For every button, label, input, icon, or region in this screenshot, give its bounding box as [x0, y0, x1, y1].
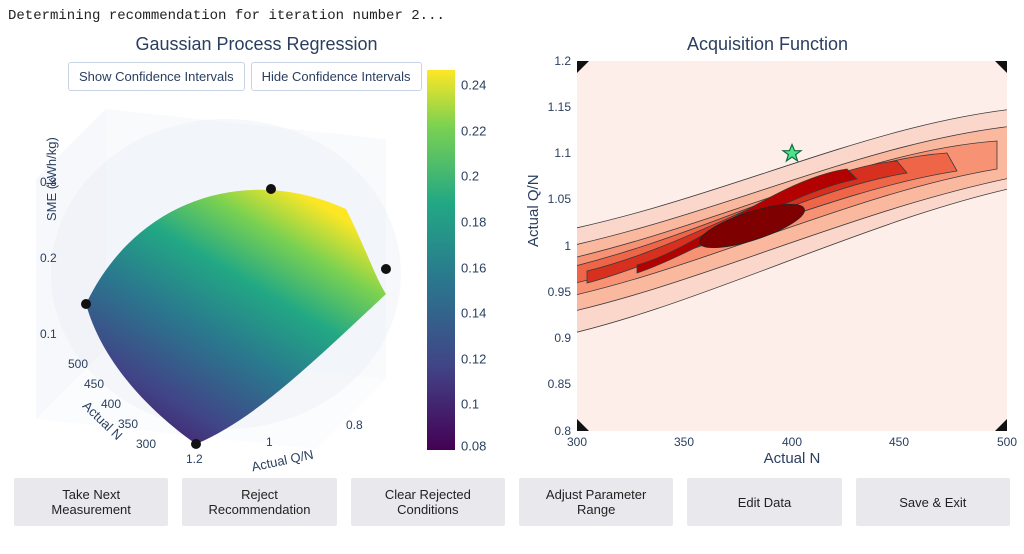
save-exit-button[interactable]: Save & Exit: [856, 478, 1010, 526]
y-tick: 1.2: [531, 54, 571, 68]
clear-rejected-conditions-button[interactable]: Clear Rejected Conditions: [351, 478, 505, 526]
adjust-parameter-range-button[interactable]: Adjust Parameter Range: [519, 478, 673, 526]
gp-regression-panel: Gaussian Process Regression Show Confide…: [6, 30, 507, 470]
edit-data-button[interactable]: Edit Data: [687, 478, 841, 526]
charts-row: Gaussian Process Regression Show Confide…: [0, 24, 1024, 470]
cbar-tick: 0.18: [461, 215, 486, 230]
y-tick: 0.8: [531, 424, 571, 438]
data-point: [266, 184, 276, 194]
x-tick: 300: [567, 435, 587, 449]
y-tick: 0.95: [531, 285, 571, 299]
acquisition-panel: Acquisition Function: [517, 30, 1018, 470]
z-axis-label: SME (kWh/kg): [44, 137, 59, 221]
x-tick: 400: [782, 435, 802, 449]
x-tick: 500: [997, 435, 1017, 449]
x-tick: 1.2: [186, 452, 203, 466]
z-tick: 0.1: [40, 327, 57, 341]
acq-contour-plot[interactable]: 0.8 0.85 0.9 0.95 1 1.05 1.1 1.15 1.2 30…: [517, 57, 1018, 465]
y-tick: 1.15: [531, 100, 571, 114]
z-tick: 0.2: [40, 251, 57, 265]
y-tick: 0.85: [531, 377, 571, 391]
take-next-measurement-button[interactable]: Take Next Measurement: [14, 478, 168, 526]
cbar-tick: 0.16: [461, 260, 486, 275]
cbar-tick: 0.12: [461, 351, 486, 366]
y-axis-label: Actual Q/N: [525, 174, 542, 247]
ci-button-group: Show Confidence Intervals Hide Confidenc…: [68, 62, 422, 91]
gp-surface-svg: [16, 79, 416, 459]
cbar-tick: 0.24: [461, 78, 486, 93]
y-tick: 500: [68, 357, 88, 371]
cbar-tick: 0.14: [461, 306, 486, 321]
cbar-tick: 0.08: [461, 439, 486, 454]
x-axis-label: Actual N: [764, 450, 821, 467]
data-point: [191, 439, 201, 449]
x-tick: 0.8: [346, 418, 363, 432]
reject-recommendation-button[interactable]: Reject Recommendation: [182, 478, 336, 526]
hide-ci-button[interactable]: Hide Confidence Intervals: [251, 62, 422, 91]
x-tick: 350: [674, 435, 694, 449]
show-ci-button[interactable]: Show Confidence Intervals: [68, 62, 245, 91]
data-point: [381, 264, 391, 274]
colorbar: 0.24 0.22 0.2 0.18 0.16 0.14 0.12 0.1 0.…: [427, 70, 497, 450]
cbar-tick: 0.22: [461, 123, 486, 138]
y-tick: 0.9: [531, 331, 571, 345]
y-tick: 450: [84, 377, 104, 391]
status-line: Determining recommendation for iteration…: [0, 0, 1024, 24]
y-tick: 300: [136, 437, 156, 451]
colorbar-gradient: [427, 70, 455, 450]
x-tick: 450: [889, 435, 909, 449]
acq-title: Acquisition Function: [517, 30, 1018, 57]
data-point: [81, 299, 91, 309]
y-tick: 1.1: [531, 146, 571, 160]
cbar-tick: 0.1: [461, 397, 479, 412]
y-tick: 400: [101, 397, 121, 411]
x-tick: 1: [266, 435, 273, 449]
gp-title: Gaussian Process Regression: [6, 30, 507, 57]
acq-contour-svg: [577, 61, 1007, 431]
cbar-tick: 0.2: [461, 169, 479, 184]
action-row: Take Next Measurement Reject Recommendat…: [0, 470, 1024, 526]
